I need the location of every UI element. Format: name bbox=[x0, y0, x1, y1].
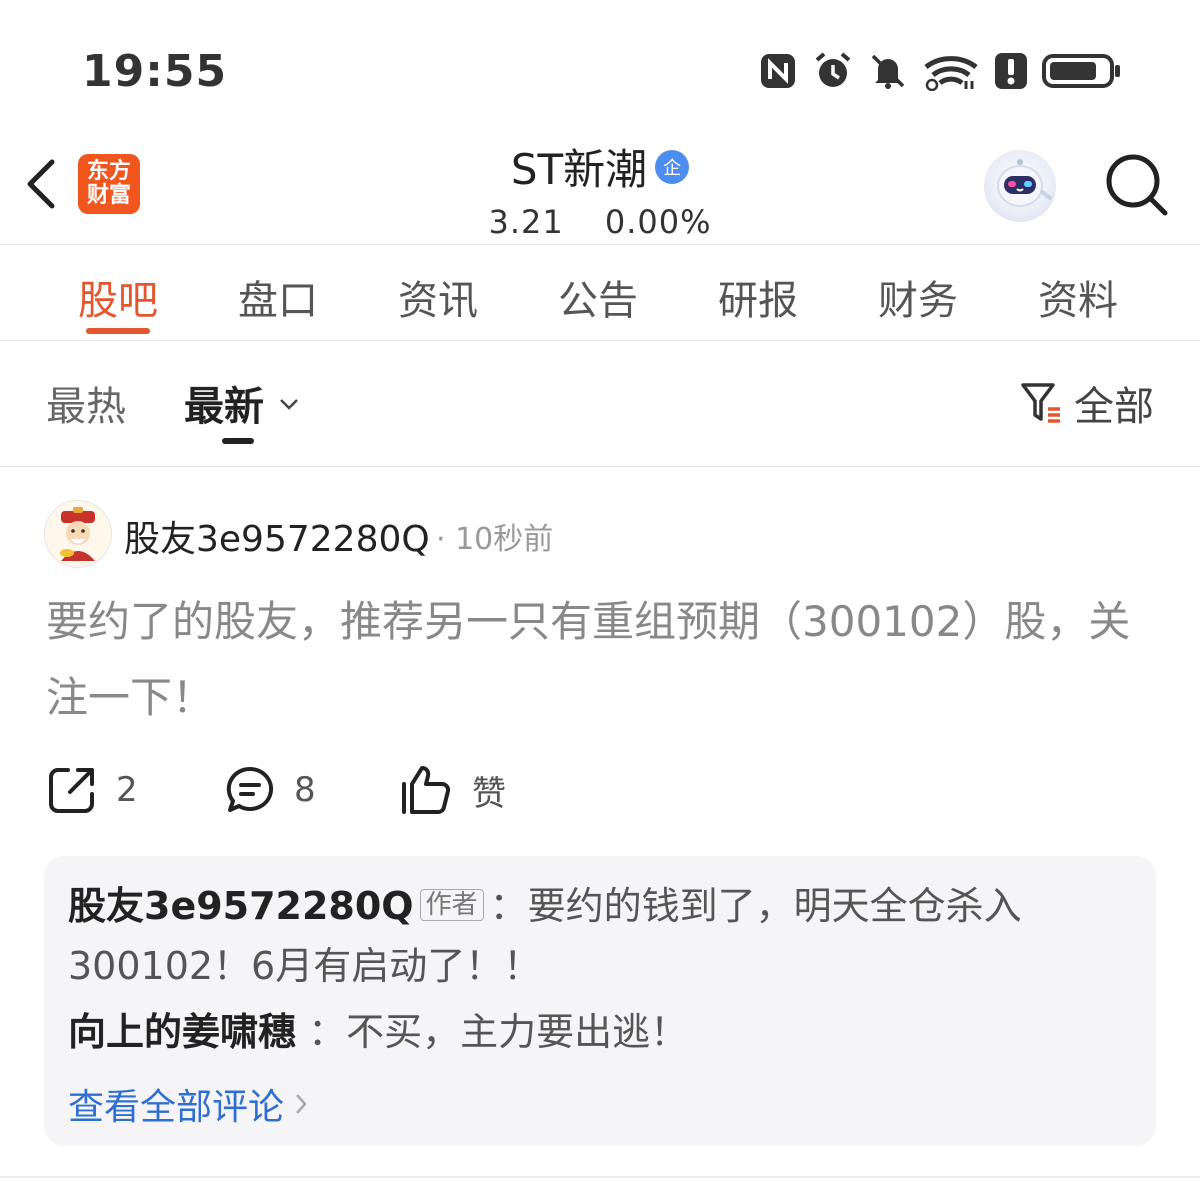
comment-item[interactable]: 股友3e9572280Q 作者 ：要约的钱到了，明天全仓杀入300102！6月有启动… bbox=[68, 876, 1138, 996]
tab-bar: 股吧 盘口 资讯 公告 研报 财务 资料 bbox=[38, 268, 1158, 334]
alert-icon bbox=[995, 53, 1027, 89]
filter-divider bbox=[0, 466, 1200, 467]
tab-profile[interactable]: 资料 bbox=[998, 268, 1158, 326]
share-icon bbox=[49, 768, 94, 813]
status-time: 19:55 bbox=[82, 46, 228, 97]
like-label: 赞 bbox=[472, 773, 506, 814]
robot-icon bbox=[997, 159, 1052, 207]
tab-finance[interactable]: 财务 bbox=[838, 268, 998, 326]
filter-icon bbox=[1021, 383, 1060, 423]
user-avatar[interactable] bbox=[44, 500, 112, 568]
share-button[interactable]: 2 bbox=[46, 764, 224, 816]
comment-item[interactable]: 向上的姜啸穗 ：不买，主力要出逃！ bbox=[68, 1002, 688, 1062]
enterprise-badge: 企 bbox=[655, 149, 690, 184]
search-button[interactable] bbox=[1104, 152, 1170, 222]
comment-icon bbox=[226, 766, 274, 812]
view-all-comments-link[interactable]: 查看全部评论 bbox=[68, 1078, 308, 1130]
author-tag: 作者 bbox=[419, 889, 484, 921]
stock-change: 0.00% bbox=[604, 203, 712, 241]
search-icon bbox=[1106, 154, 1168, 216]
view-all-label: 查看全部评论 bbox=[68, 1087, 285, 1128]
nfc-icon bbox=[761, 54, 795, 88]
comment-author[interactable]: 向上的姜啸穗 bbox=[68, 1010, 296, 1054]
comment-author[interactable]: 股友3e9572280Q bbox=[68, 884, 414, 928]
battery-icon bbox=[1042, 54, 1120, 88]
comment-text: ：不买，主力要出逃！ bbox=[308, 1010, 689, 1054]
alarm-icon bbox=[815, 52, 851, 87]
post-content[interactable]: 要约了的股友，推荐另一只有重组预期（300102）股，关注一下！ bbox=[46, 584, 1156, 736]
avatar-fortune-god-icon bbox=[60, 507, 95, 561]
post-time: · 10秒前 bbox=[436, 522, 554, 557]
tab-announcements[interactable]: 公告 bbox=[518, 268, 678, 326]
mute-icon bbox=[871, 54, 905, 89]
filter-label: 全部 bbox=[1074, 384, 1154, 430]
sort-hot[interactable]: 最热 bbox=[46, 374, 126, 432]
share-count: 2 bbox=[116, 770, 138, 810]
post-actions: 2 8 赞 bbox=[46, 764, 506, 816]
sort-active-indicator bbox=[222, 438, 254, 444]
post-username[interactable]: 股友3e9572280Q bbox=[124, 510, 430, 562]
chevron-right-icon bbox=[296, 1094, 307, 1114]
wifi-icon bbox=[924, 56, 978, 91]
chevron-down-icon bbox=[280, 399, 298, 410]
tab-news[interactable]: 资讯 bbox=[358, 268, 518, 326]
stock-price: 3.21 bbox=[488, 203, 564, 241]
comment-count: 8 bbox=[294, 770, 316, 810]
sort-new-label: 最新 bbox=[184, 384, 264, 430]
filter-button[interactable]: 全部 bbox=[1020, 374, 1154, 432]
status-icons bbox=[758, 50, 1122, 92]
assistant-robot-avatar[interactable] bbox=[984, 150, 1056, 222]
comment-button[interactable]: 8 bbox=[224, 764, 400, 816]
stock-name: ST新潮 bbox=[510, 145, 648, 194]
like-button[interactable]: 赞 bbox=[400, 764, 506, 816]
post-divider bbox=[0, 1176, 1200, 1178]
thumbs-up-icon bbox=[402, 766, 451, 814]
tab-guba[interactable]: 股吧 bbox=[38, 268, 198, 334]
header-divider bbox=[0, 244, 1200, 245]
tab-pankou[interactable]: 盘口 bbox=[198, 268, 358, 326]
tab-research[interactable]: 研报 bbox=[678, 268, 838, 326]
sort-new[interactable]: 最新 bbox=[184, 374, 300, 432]
tabs-divider bbox=[0, 340, 1200, 341]
